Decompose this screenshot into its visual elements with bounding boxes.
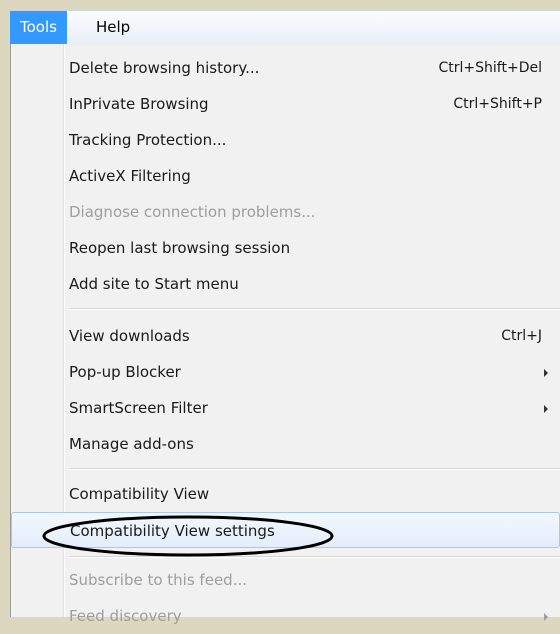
menu-item-inprivate-browsing[interactable]: InPrivate Browsing Ctrl+Shift+P [11,86,560,122]
menu-item-delete-browsing-history[interactable]: Delete browsing history... Ctrl+Shift+De… [11,50,560,86]
submenu-arrow-icon [544,369,548,377]
menu-item-shortcut: Ctrl+Shift+Del [438,60,542,76]
menu-item-label: Manage add-ons [69,435,194,453]
menu-item-diagnose-connection-problems: Diagnose connection problems... [11,194,560,230]
menu-item-label: Compatibility View [69,485,210,503]
menu-item-popup-blocker[interactable]: Pop-up Blocker [11,354,560,390]
menu-item-label: Feed discovery [69,607,182,625]
menu-item-compatibility-view[interactable]: Compatibility View [11,476,560,512]
menu-item-label: Tracking Protection... [69,131,227,149]
menu-item-reopen-last-session[interactable]: Reopen last browsing session [11,230,560,266]
menu-bar: Tools Help [10,10,560,44]
menu-item-label: Diagnose connection problems... [69,203,316,221]
menu-item-smartscreen-filter[interactable]: SmartScreen Filter [11,390,560,426]
menu-item-label: View downloads [69,327,190,345]
menu-item-shortcut: Ctrl+Shift+P [453,96,542,112]
menu-item-shortcut: Ctrl+J [501,328,542,344]
menu-separator [69,556,560,558]
menu-item-tracking-protection[interactable]: Tracking Protection... [11,122,560,158]
menu-item-label: Compatibility View settings [70,522,275,540]
menu-item-activex-filtering[interactable]: ActiveX Filtering [11,158,560,194]
menu-item-manage-add-ons[interactable]: Manage add-ons [11,426,560,462]
menu-separator [69,308,560,310]
menu-item-add-site-to-start-menu[interactable]: Add site to Start menu [11,266,560,302]
menu-item-label: Delete browsing history... [69,59,260,77]
menu-item-label: Reopen last browsing session [69,239,291,257]
menu-item-label: Pop-up Blocker [69,363,181,381]
menubar-help[interactable]: Help [86,11,140,44]
menu-item-subscribe-to-feed: Subscribe to this feed... [11,562,560,598]
menu-item-label: Add site to Start menu [69,275,239,293]
menu-item-view-downloads[interactable]: View downloads Ctrl+J [11,318,560,354]
menu-item-label: InPrivate Browsing [69,95,209,113]
menu-item-label: Subscribe to this feed... [69,571,247,589]
menu-item-label: ActiveX Filtering [69,167,191,185]
menu-item-compatibility-view-settings[interactable]: Compatibility View settings [11,512,560,548]
submenu-arrow-icon [544,613,548,621]
menu-item-label: SmartScreen Filter [69,399,208,417]
menu-separator [69,468,560,470]
menubar-tools[interactable]: Tools [10,11,67,44]
submenu-arrow-icon [544,405,548,413]
menu-item-feed-discovery: Feed discovery [11,598,560,634]
tools-menu-dropdown: Delete browsing history... Ctrl+Shift+De… [10,44,560,625]
